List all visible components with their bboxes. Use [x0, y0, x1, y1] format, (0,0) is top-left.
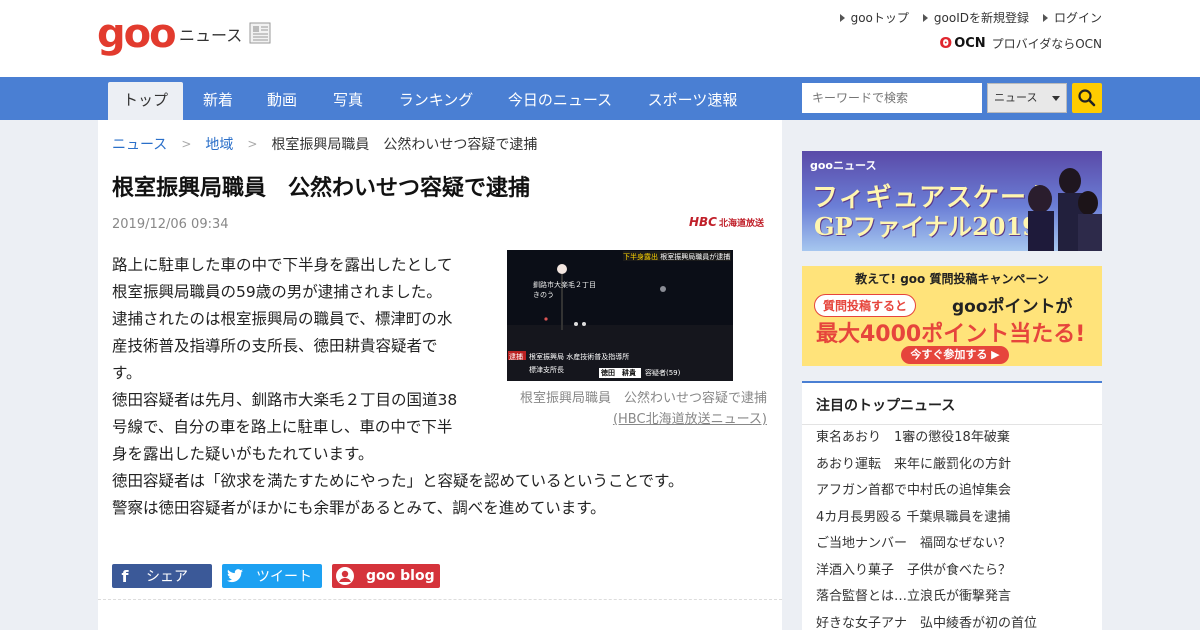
arrow-right-icon [922, 13, 928, 22]
chevron-down-icon [1052, 96, 1060, 101]
ocn-link[interactable]: ʘ OCN プロバイダならOCN [939, 34, 1102, 52]
twitter-share-label: ツイート [256, 569, 312, 585]
top-news-heading: 注目のトップニュース [802, 383, 1102, 425]
campaign-pill: 質問投稿すると [814, 294, 917, 317]
campaign-headline: 最大4000ポイント当たる! [816, 322, 1086, 347]
list-item[interactable]: 4カ月長男殴る 千葉県職員を逮捕 [816, 505, 1088, 532]
facebook-share-button[interactable]: f シェア [112, 564, 212, 588]
logo-subtitle[interactable]: ニュース [179, 22, 242, 46]
list-item[interactable]: 洋酒入り菓子 子供が食べたら？ [816, 558, 1088, 585]
article-paragraph: 徳田容疑者は先月、釧路市大楽毛２丁目の国道38号線で、自分の車を路上に駐車し、車… [112, 391, 458, 463]
twitter-share-button[interactable]: ツイート [222, 564, 322, 588]
tab-video[interactable]: 動画 [260, 82, 304, 120]
goo-blog-share-button[interactable]: goo blog [332, 564, 440, 588]
source-logo: HBC 北海道放送 [689, 215, 764, 229]
goo-top-link-label: gooトップ [850, 11, 909, 25]
search-input[interactable] [802, 83, 982, 113]
goo-logo[interactable]: goo [97, 14, 177, 54]
campaign-title: 教えて! goo 質問投稿キャンペーン [855, 272, 1049, 286]
facebook-icon: f [121, 566, 129, 586]
list-item[interactable]: 東名あおり 1審の懲役18年破棄 [816, 425, 1088, 452]
article-body: 路上に駐車した車の中で下半身を露出したとして根室振興局職員の59歳の男が逮捕され… [112, 252, 772, 522]
list-item[interactable]: 好きな女子アナ 弘中綾香が初の首位 [816, 611, 1088, 630]
breadcrumb-separator: > [181, 137, 192, 151]
list-item[interactable]: ご当地ナンバー 福岡なぜない？ [816, 531, 1088, 558]
arrow-right-icon [1042, 13, 1048, 22]
tab-today-news[interactable]: 今日のニュース [500, 82, 620, 120]
source-logo-text: HBC [688, 215, 717, 229]
login-link[interactable]: ログイン [1042, 9, 1102, 26]
article-paragraph: 逮捕されたのは根室振興局の職員で、標津町の水産技術普及指導所の支所長、徳田耕貴容… [112, 310, 453, 382]
list-item[interactable]: あおり運転 来年に厳罰化の方針 [816, 452, 1088, 479]
skaters-illustration [1028, 168, 1102, 251]
facebook-share-label: シェア [146, 569, 188, 585]
search-icon [1078, 89, 1096, 107]
tab-ranking[interactable]: ランキング [392, 82, 480, 120]
goo-blog-icon [332, 564, 358, 588]
tab-latest[interactable]: 新着 [196, 82, 240, 120]
list-item[interactable]: アフガン首都で中村氏の追悼集会 [816, 478, 1088, 505]
ocn-brand: OCN [954, 35, 986, 51]
ocn-logo: ʘ OCN [939, 34, 985, 52]
ocn-mark-icon: ʘ [939, 34, 953, 52]
campaign-cta-button[interactable]: 今すぐ参加する ▶ [901, 346, 1009, 364]
tab-photo[interactable]: 写真 [326, 82, 370, 120]
breadcrumb-separator: > [247, 137, 258, 151]
breadcrumb: ニュース > 地域 > 根室振興局職員 公然わいせつ容疑で逮捕 [112, 134, 537, 154]
ocn-text: プロバイダならOCN [991, 36, 1102, 51]
article-paragraph: 徳田容疑者は「欲求を満たすためにやった」と容疑を認めているということです。 [112, 472, 684, 490]
article: ニュース > 地域 > 根室振興局職員 公然わいせつ容疑で逮捕 根室振興局職員 … [98, 120, 782, 630]
source-logo-sub: 北海道放送 [718, 219, 764, 229]
breadcrumb-news[interactable]: ニュース [112, 134, 167, 154]
search-button[interactable] [1072, 83, 1102, 113]
login-link-label: ログイン [1053, 11, 1102, 25]
search-scope-select[interactable]: ニュース [987, 83, 1067, 113]
goo-top-link[interactable]: gooトップ [839, 9, 909, 26]
site-header: goo ニュース gooトップ gooIDを新規登録 ログイン ʘ OCN プロバ… [0, 0, 1200, 77]
arrow-right-icon [839, 13, 845, 22]
list-item[interactable]: 落合監督とは…立浪氏が衝撃発言 [816, 584, 1088, 611]
twitter-icon [222, 564, 248, 588]
global-nav: トップ 新着 動画 写真 ランキング 今日のニュース スポーツ速報 ニュース [0, 77, 1200, 120]
tab-top[interactable]: トップ [108, 82, 183, 120]
top-links: gooトップ gooIDを新規登録 ログイン [839, 9, 1102, 26]
article-date: 2019/12/06 09:34 [112, 217, 229, 232]
top-news-box: 注目のトップニュース 東名あおり 1審の懲役18年破棄 あおり運転 来年に厳罰化… [802, 381, 1102, 630]
article-divider [98, 599, 782, 600]
goo-blog-share-label: goo blog [366, 568, 435, 584]
article-title: 根室振興局職員 公然わいせつ容疑で逮捕 [112, 176, 531, 201]
campaign-points-label: gooポイントが [952, 297, 1073, 317]
breadcrumb-region[interactable]: 地域 [205, 134, 233, 154]
figure-skating-banner[interactable]: gooニュース フィギュアスケート GPファイナル2019 [802, 151, 1102, 251]
breadcrumb-current: 根室振興局職員 公然わいせつ容疑で逮捕 [271, 137, 538, 153]
newspaper-icon [249, 22, 271, 44]
goo-question-campaign-banner[interactable]: 教えて! goo 質問投稿キャンペーン 質問投稿すると gooポイントが 最大4… [802, 266, 1102, 366]
article-paragraph: 警察は徳田容疑者がほかにも余罪があるとみて、調べを進めています。 [112, 499, 606, 517]
article-paragraph: 路上に駐車した車の中で下半身を露出したとして根室振興局職員の59歳の男が逮捕され… [112, 256, 453, 301]
register-link-label: gooIDを新規登録 [933, 11, 1029, 25]
register-goo-id-link[interactable]: gooIDを新規登録 [922, 9, 1029, 26]
search-scope-value: ニュース [994, 91, 1038, 104]
top-news-list: 東名あおり 1審の懲役18年破棄 あおり運転 来年に厳罰化の方針 アフガン首都で… [802, 425, 1102, 630]
tab-sports[interactable]: スポーツ速報 [640, 82, 745, 120]
